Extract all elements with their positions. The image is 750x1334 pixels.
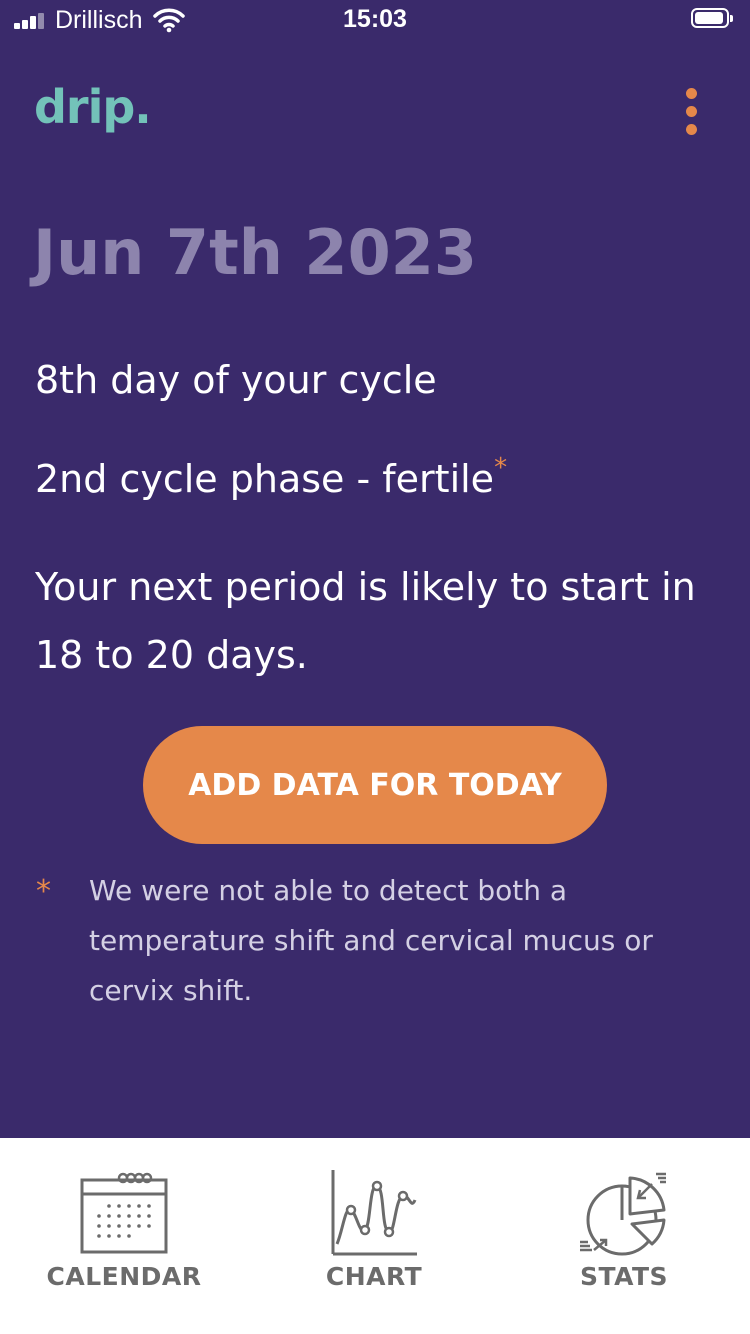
status-bar: Drillisch 15:03 [0,0,750,40]
tab-chart-label: CHART [325,1262,423,1291]
cycle-phase-asterisk: * [494,453,508,483]
cycle-phase-line: 2nd cycle phase - fertile* [35,453,507,501]
cycle-phase-text: 2nd cycle phase - fertile [35,457,495,501]
add-data-button[interactable]: ADD DATA FOR TODAY [143,726,607,844]
status-time: 15:03 [343,5,407,33]
more-options-button[interactable] [670,80,714,140]
footnote-asterisk: * [36,874,51,909]
next-period-prediction: Your next period is likely to start in 1… [35,565,696,677]
pie-chart-icon [580,1172,666,1256]
cycle-day-text: 8th day of your cycle [35,358,437,402]
tab-stats-label: STATS [579,1262,669,1291]
tab-calendar[interactable]: CALENDAR [24,1162,224,1302]
battery-icon [691,8,735,30]
page-title: Jun 7th 2023 [33,216,477,289]
tab-chart[interactable]: CHART [274,1162,474,1302]
calendar-icon [80,1172,168,1254]
line-chart-icon [331,1170,417,1256]
app-logo: drip. [34,80,152,134]
tab-calendar-label: CALENDAR [46,1262,202,1291]
tab-stats[interactable]: STATS [524,1162,724,1302]
bottom-tab-bar: CALENDAR CHART STATS [0,1138,750,1334]
footnote-text: We were not able to detect both a temper… [89,874,653,1007]
